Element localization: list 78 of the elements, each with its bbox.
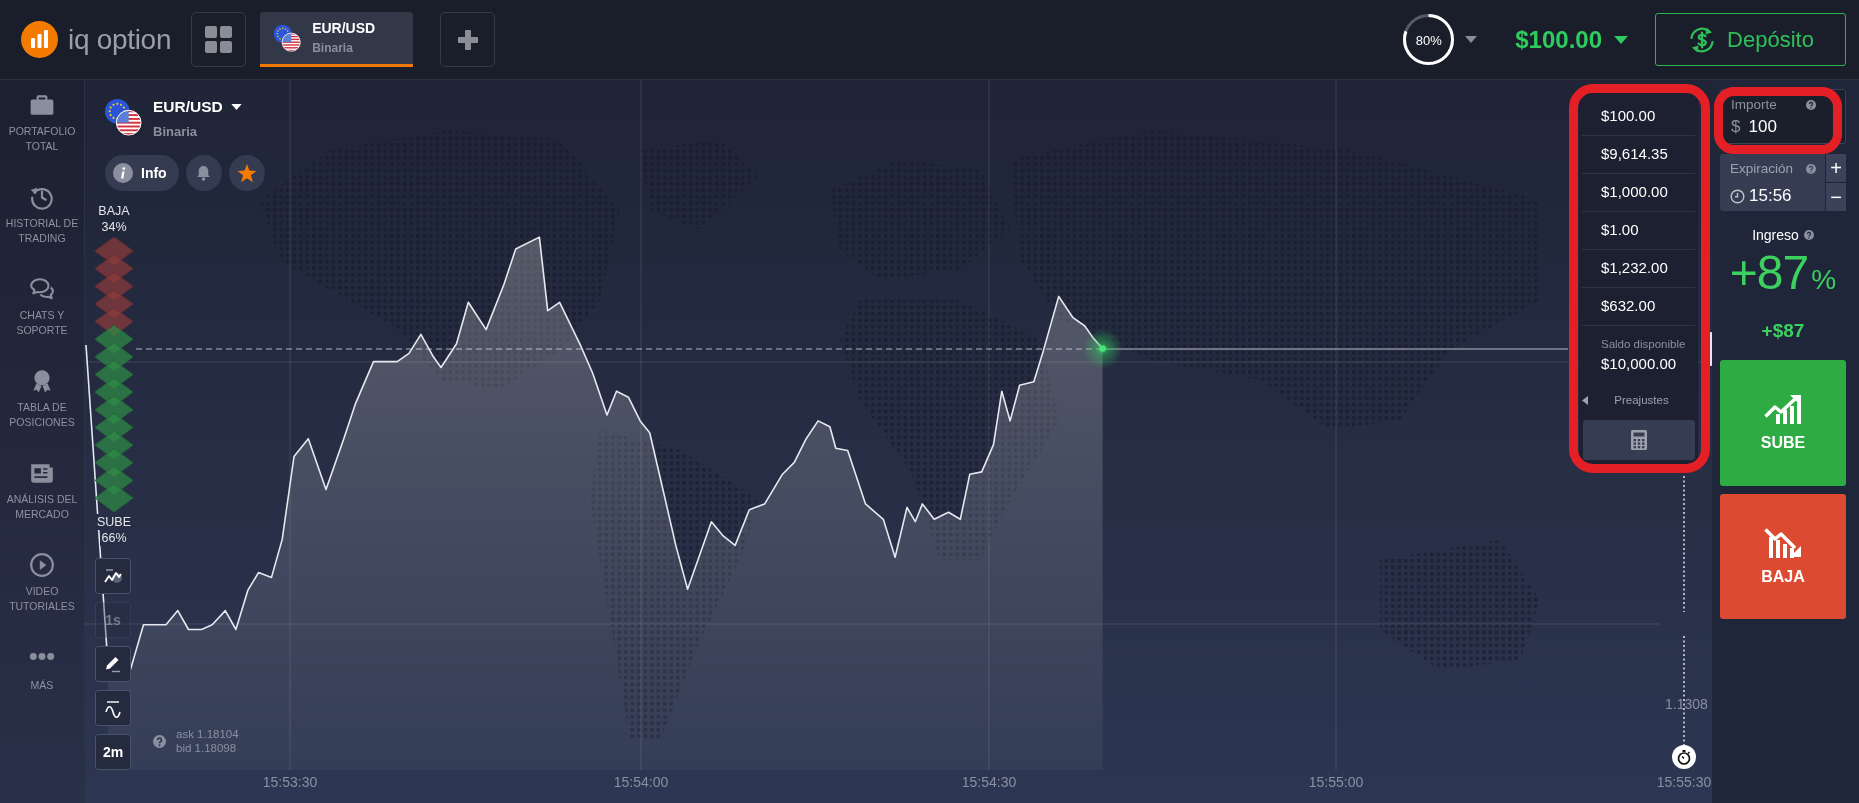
briefcase-icon: [29, 92, 55, 118]
logo-text: iq option: [68, 23, 172, 56]
currency-flags-icon: [104, 98, 142, 136]
chat-bubbles-icon: [29, 276, 55, 302]
line-chart-icon: [103, 566, 123, 586]
trend-down-icon: [1764, 527, 1802, 558]
caret-icon[interactable]: [230, 104, 242, 110]
calculator-button[interactable]: [1583, 420, 1695, 460]
expiration-field[interactable]: Expiración 15:56: [1720, 154, 1825, 211]
payout-label: Ingreso: [1752, 227, 1799, 243]
play-icon: [29, 552, 55, 578]
sidebar-item[interactable]: MÁS: [1, 644, 83, 693]
caret-icon[interactable]: [1614, 35, 1628, 44]
asset-tab[interactable]: EUR/USD Binaria: [260, 12, 414, 67]
preset-amount[interactable]: $632.00: [1582, 288, 1695, 326]
time-label: 15:54:00: [613, 773, 669, 791]
scale-handle[interactable]: [1709, 332, 1712, 366]
payout-percent: +87: [1729, 249, 1809, 297]
preset-amount[interactable]: $1,232.00: [1582, 250, 1695, 288]
buy-percent: 66%: [100, 530, 128, 546]
preset-amount[interactable]: $9,614.35: [1582, 136, 1695, 174]
time-label: 15:55:00: [1308, 773, 1364, 791]
info-icon: [113, 163, 133, 183]
calculator-icon: [1631, 430, 1647, 450]
help-icon: [1806, 163, 1816, 174]
help-icon: [1803, 230, 1814, 240]
favorite-button[interactable]: [228, 155, 265, 191]
time-label: 15:54:30: [961, 773, 1017, 791]
add-tab-button[interactable]: [440, 12, 496, 67]
drawing-tools-button[interactable]: [95, 646, 131, 682]
info-button[interactable]: Info: [105, 155, 179, 191]
time-label: 15:55:30: [1656, 773, 1712, 791]
price-dot-icon: [1082, 328, 1123, 369]
preset-amount[interactable]: $1.00: [1582, 212, 1695, 250]
sidebar-item[interactable]: VIDEO TUTORIALES: [1, 552, 83, 613]
alert-button[interactable]: [185, 155, 222, 191]
trend-up-icon: [1764, 394, 1802, 424]
help-icon: [153, 734, 166, 748]
deposit-button[interactable]: Depósito: [1655, 13, 1846, 66]
decrease-button[interactable]: −: [1826, 183, 1846, 211]
sidebar-item[interactable]: CHATS Y SOPORTE: [1, 276, 83, 337]
caret-left-icon[interactable]: [1582, 395, 1588, 405]
stopwatch-icon: [1672, 745, 1696, 769]
percent-sign: %: [1811, 266, 1837, 294]
price-label: 1.1308: [1665, 695, 1708, 713]
help-icon: [1806, 99, 1816, 110]
plus-icon: [457, 29, 478, 50]
bid-price: bid 1.18098: [176, 741, 238, 755]
indicators-button[interactable]: [95, 690, 131, 726]
wave-icon: [103, 698, 123, 718]
buy-label: SUBE: [95, 514, 132, 530]
clock-icon: [1730, 188, 1745, 204]
asset-type: Binaria: [153, 124, 198, 140]
sidebar-item[interactable]: ANÁLISIS DEL MERCADO: [1, 460, 83, 521]
time-frame-button[interactable]: 2m: [95, 734, 131, 770]
more-icon: [29, 652, 55, 661]
sidebar-item[interactable]: TABLA DE POSICIONES: [1, 368, 83, 429]
sell-button[interactable]: BAJA: [1720, 494, 1846, 619]
sidebar-item[interactable]: PORTAFOLIO TOTAL: [1, 92, 83, 153]
available-balance: $10,000.00: [1600, 355, 1678, 373]
increase-button[interactable]: +: [1826, 154, 1846, 182]
payout-amount: +$87: [1761, 320, 1805, 342]
ask-price: ask 1.18104: [176, 727, 239, 741]
chart-type-button[interactable]: [95, 558, 131, 594]
apps-button[interactable]: [191, 12, 247, 67]
balance-dropdown[interactable]: $100.00: [1515, 25, 1628, 54]
profitability-label: 80%: [1415, 32, 1442, 47]
balance-caption: Saldo disponible: [1600, 337, 1687, 352]
grid-icon: [205, 26, 233, 53]
asset-dropdown[interactable]: EUR/USD: [153, 98, 242, 116]
time-label: 15:53:30: [262, 773, 318, 791]
sidebar-item[interactable]: HISTORIAL DE TRADING: [1, 184, 83, 245]
presets-title: Preajustes: [1614, 393, 1669, 408]
logo-icon: [21, 21, 58, 58]
currency-flags-icon: [273, 24, 302, 52]
pencil-icon: [103, 654, 123, 674]
preset-amount[interactable]: $1,000.00: [1582, 174, 1695, 212]
preset-amount[interactable]: $100.00: [1582, 98, 1695, 136]
